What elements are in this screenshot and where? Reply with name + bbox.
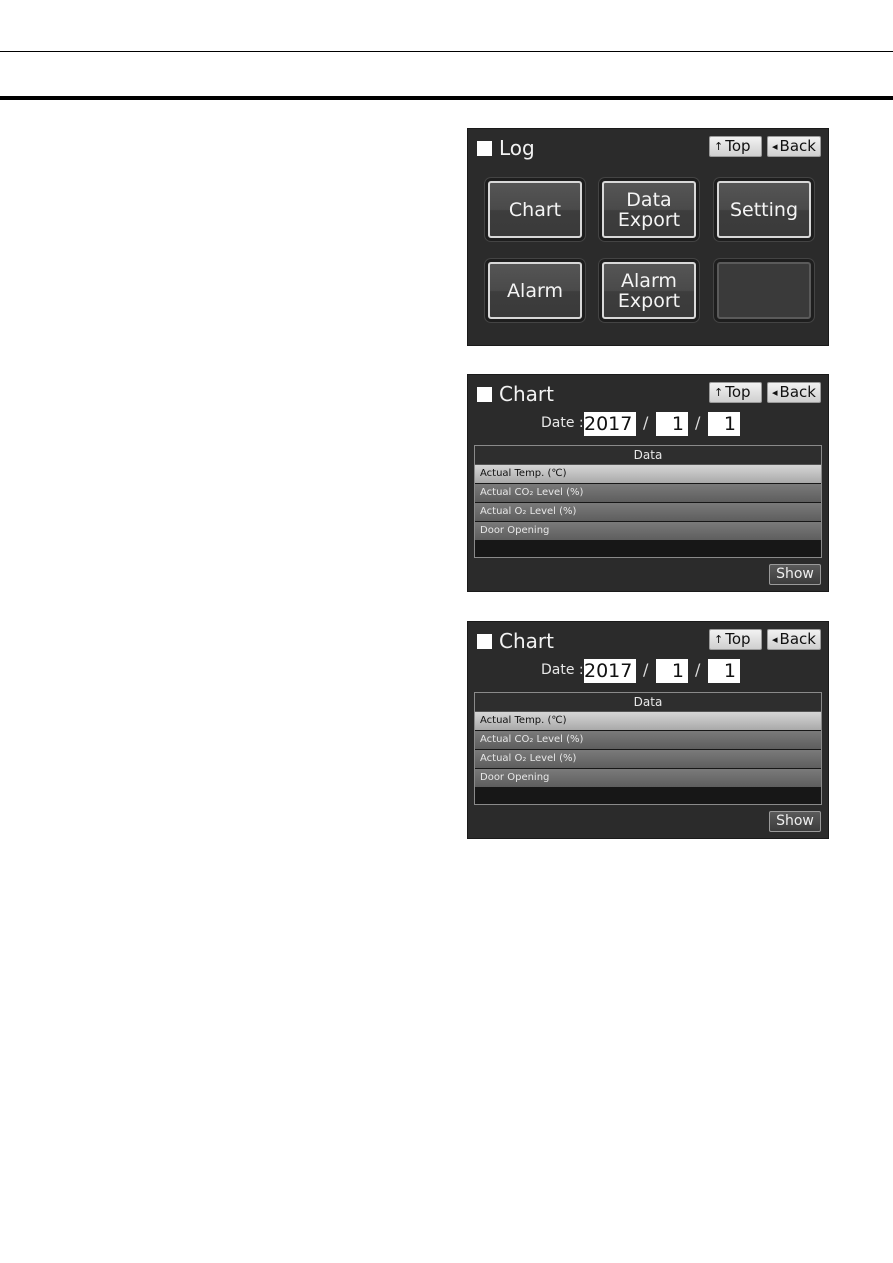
tile-label: Chart <box>508 198 562 221</box>
up-arrow-icon: ↑ <box>714 386 724 399</box>
show-button[interactable]: Show <box>769 564 821 585</box>
top-button[interactable]: ↑ Top <box>709 136 762 157</box>
back-arrow-icon: ◂ <box>772 386 778 399</box>
data-item-co2-level[interactable]: Actual CO₂ Level (%) <box>475 484 821 502</box>
date-separator: / <box>643 660 649 679</box>
data-item-actual-temp[interactable]: Actual Temp. (℃) <box>475 465 821 483</box>
data-list-header: Data <box>475 693 821 712</box>
data-item-o2-level[interactable]: Actual O₂ Level (%) <box>475 503 821 521</box>
data-list: Data Actual Temp. (℃) Actual CO₂ Level (… <box>474 692 822 805</box>
tile-label: Setting <box>729 198 799 221</box>
back-label: Back <box>779 383 816 401</box>
title-label: Chart <box>499 629 554 653</box>
back-label: Back <box>779 137 816 155</box>
title-square-icon <box>477 386 492 402</box>
title-label: Log <box>499 136 535 160</box>
top-label: Top <box>725 383 751 401</box>
back-arrow-icon: ◂ <box>772 140 778 153</box>
year-field[interactable]: 2017 <box>584 659 636 683</box>
data-item-co2-level[interactable]: Actual CO₂ Level (%) <box>475 731 821 749</box>
up-arrow-icon: ↑ <box>714 140 724 153</box>
alarm-export-tile-button[interactable]: Alarm Export <box>602 262 696 319</box>
tile-label-line1: Alarm <box>621 269 677 292</box>
back-button[interactable]: ◂ Back <box>767 136 821 157</box>
chart-screen-1: Chart ↑ Top ◂ Back Date : 2017 / 1 / 1 D… <box>467 374 829 592</box>
data-item-door-opening[interactable]: Door Opening <box>475 769 821 787</box>
date-separator: / <box>695 660 701 679</box>
back-button[interactable]: ◂ Back <box>767 629 821 650</box>
top-label: Top <box>725 630 751 648</box>
data-item-door-opening[interactable]: Door Opening <box>475 522 821 540</box>
show-button[interactable]: Show <box>769 811 821 832</box>
chart-tile-button[interactable]: Chart <box>488 181 582 238</box>
data-item-o2-level[interactable]: Actual O₂ Level (%) <box>475 750 821 768</box>
date-separator: / <box>695 413 701 432</box>
title-label: Chart <box>499 382 554 406</box>
data-item-actual-temp[interactable]: Actual Temp. (℃) <box>475 712 821 730</box>
month-field[interactable]: 1 <box>656 659 688 683</box>
header-rule-thick <box>0 96 893 100</box>
back-label: Back <box>779 630 816 648</box>
screen-title: Log <box>477 137 535 159</box>
date-row: Date : 2017 / 1 / 1 <box>468 412 828 438</box>
date-label: Date : <box>541 662 584 678</box>
month-field[interactable]: 1 <box>656 412 688 436</box>
tile-label: Alarm <box>507 279 563 302</box>
date-label: Date : <box>541 415 584 431</box>
alarm-tile-button[interactable]: Alarm <box>488 262 582 319</box>
year-field[interactable]: 2017 <box>584 412 636 436</box>
back-button[interactable]: ◂ Back <box>767 382 821 403</box>
screen-title: Chart <box>477 630 554 652</box>
date-row: Date : 2017 / 1 / 1 <box>468 659 828 685</box>
tile-label-line2: Export <box>617 289 681 312</box>
header-rule-thin <box>0 51 893 52</box>
chart-screen-2: Chart ↑ Top ◂ Back Date : 2017 / 1 / 1 D… <box>467 621 829 839</box>
screen-title: Chart <box>477 383 554 405</box>
top-button[interactable]: ↑ Top <box>709 629 762 650</box>
empty-tile <box>717 262 811 319</box>
log-screen: Log ↑ Top ◂ Back Chart Data Export Setti… <box>467 128 829 346</box>
tile-label-line1: Data <box>626 188 672 211</box>
back-arrow-icon: ◂ <box>772 633 778 646</box>
data-export-tile-button[interactable]: Data Export <box>602 181 696 238</box>
day-field[interactable]: 1 <box>708 412 740 436</box>
title-square-icon <box>477 633 492 649</box>
up-arrow-icon: ↑ <box>714 633 724 646</box>
day-field[interactable]: 1 <box>708 659 740 683</box>
data-list-header: Data <box>475 446 821 465</box>
top-label: Top <box>725 137 751 155</box>
data-list: Data Actual Temp. (℃) Actual CO₂ Level (… <box>474 445 822 558</box>
setting-tile-button[interactable]: Setting <box>717 181 811 238</box>
date-separator: / <box>643 413 649 432</box>
tile-label-line2: Export <box>617 208 681 231</box>
top-button[interactable]: ↑ Top <box>709 382 762 403</box>
title-square-icon <box>477 140 492 156</box>
